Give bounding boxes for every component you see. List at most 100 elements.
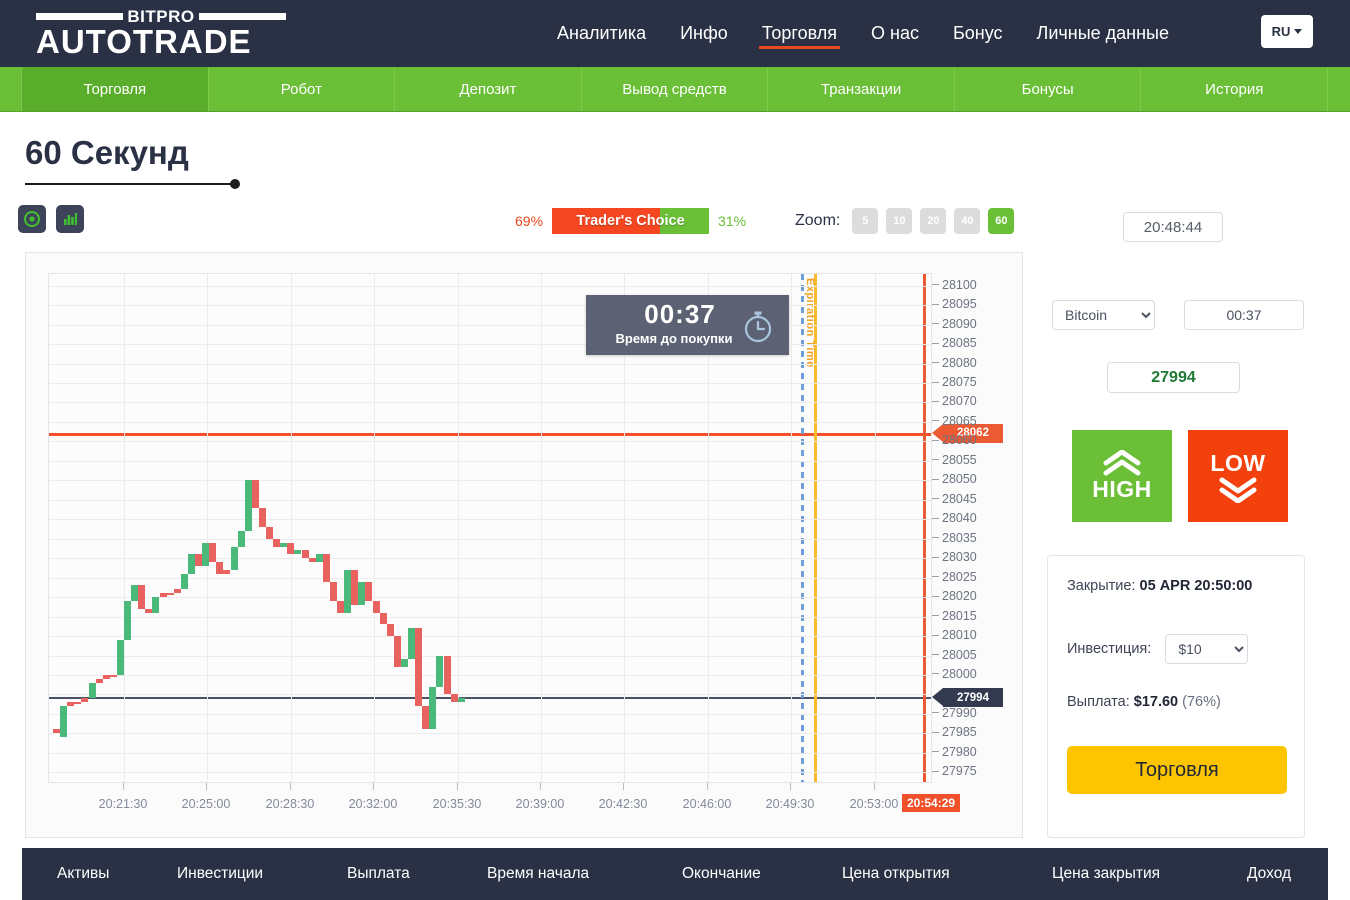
bar-chart-icon[interactable] bbox=[56, 205, 84, 233]
table-column-header[interactable]: Активы bbox=[57, 865, 109, 883]
table-column-header[interactable]: Окончание bbox=[682, 865, 761, 883]
candlestick bbox=[251, 480, 259, 508]
radio-target-icon[interactable] bbox=[18, 205, 46, 233]
close-time-label: Закрытие: bbox=[1067, 578, 1136, 594]
zoom-button-10[interactable]: 10 bbox=[886, 208, 913, 234]
subnav-item-4[interactable]: Транзакции bbox=[768, 67, 955, 111]
tick-dash bbox=[932, 303, 939, 305]
zoom-button-40[interactable]: 40 bbox=[954, 208, 981, 234]
price-tick: 28080 bbox=[932, 356, 977, 370]
time-tick-label: 20:25:00 bbox=[181, 797, 231, 811]
time-tick-label: 20:28:30 bbox=[265, 797, 315, 811]
payout-label: Выплата: bbox=[1067, 694, 1130, 710]
nav-item-2[interactable]: Торговля bbox=[745, 0, 854, 67]
subnav-item-5[interactable]: Бонусы bbox=[955, 67, 1142, 111]
candlestick bbox=[95, 678, 103, 683]
asset-select[interactable]: Bitcoin bbox=[1052, 300, 1155, 330]
price-tick: 28100 bbox=[932, 278, 977, 292]
tick-dash bbox=[932, 712, 939, 714]
time-tick-mark bbox=[457, 783, 458, 790]
price-tick: 27975 bbox=[932, 764, 977, 778]
price-tick: 28045 bbox=[932, 492, 977, 506]
duration-field[interactable]: 00:37 bbox=[1184, 300, 1304, 330]
language-selector[interactable]: RU bbox=[1261, 15, 1313, 48]
table-column-header[interactable]: Выплата bbox=[347, 865, 410, 883]
price-axis: 28062 27994 28100 28095 28090 28085 28080 280… bbox=[932, 273, 1012, 783]
time-tick-mark bbox=[707, 783, 708, 790]
time-axis: 20:54:29 20:21:30 20:25:00 20:28:30 20:32:0… bbox=[48, 783, 1012, 823]
zoom-button-20[interactable]: 20 bbox=[920, 208, 947, 234]
logo-rule-right bbox=[198, 13, 287, 20]
tick-dash bbox=[932, 517, 939, 519]
table-column-header[interactable]: Инвестиции bbox=[177, 865, 263, 883]
grid-line-horizontal bbox=[49, 597, 931, 599]
subnav-item-3[interactable]: Вывод средств bbox=[582, 67, 769, 111]
price-tick: 27990 bbox=[932, 706, 977, 720]
price-tick-label: 28055 bbox=[942, 452, 977, 467]
nav-item-0[interactable]: Аналитика bbox=[540, 0, 663, 67]
subnav-item-1[interactable]: Робот bbox=[209, 67, 396, 111]
current-price-line bbox=[49, 697, 931, 700]
price-tick: 27980 bbox=[932, 745, 977, 759]
countdown-time: 00:37 bbox=[644, 299, 716, 329]
nav-item-label: Торговля bbox=[761, 23, 838, 43]
price-tick: 28015 bbox=[932, 609, 977, 623]
investment-label: Инвестиция: bbox=[1067, 641, 1152, 657]
zoom-button-60[interactable]: 60 bbox=[988, 208, 1015, 234]
low-button[interactable]: LOW bbox=[1188, 430, 1288, 522]
grid-line-horizontal bbox=[49, 441, 931, 443]
zoom-button-5[interactable]: 5 bbox=[852, 208, 879, 234]
tick-dash bbox=[932, 770, 939, 772]
candlestick bbox=[457, 698, 465, 703]
nav-item-5[interactable]: Личные данные bbox=[1020, 0, 1186, 67]
subnav-item-label: Торговля bbox=[83, 80, 147, 98]
grid-line-horizontal bbox=[49, 674, 931, 676]
time-tick-mark bbox=[290, 783, 291, 790]
candlestick bbox=[116, 639, 124, 675]
table-column-header[interactable]: Время начала bbox=[487, 865, 589, 883]
price-tick-label: 28060 bbox=[942, 433, 977, 448]
candlestick bbox=[195, 554, 202, 566]
time-tick-label: 20:35:30 bbox=[432, 797, 482, 811]
trades-table-header: Активы Инвестиции Выплата Время начала Оконч… bbox=[22, 848, 1328, 900]
candlestick bbox=[237, 530, 245, 547]
table-column-header[interactable]: Цена открытия bbox=[842, 865, 950, 883]
candlestick bbox=[131, 585, 139, 601]
candlestick bbox=[209, 542, 217, 563]
subnav-item-2[interactable]: Депозит bbox=[395, 67, 582, 111]
candlestick bbox=[443, 655, 451, 695]
nav-item-4[interactable]: Бонус bbox=[936, 0, 1020, 67]
time-tick-label: 20:46:00 bbox=[682, 797, 732, 811]
price-chart[interactable]: Expiration Time bbox=[48, 273, 932, 783]
tick-dash bbox=[932, 400, 939, 402]
subnav-item-label: Робот bbox=[280, 80, 322, 98]
grid-line-horizontal bbox=[49, 519, 931, 521]
table-column-header[interactable]: Цена закрытия bbox=[1052, 865, 1160, 883]
price-tick: 28050 bbox=[932, 472, 977, 486]
nav-item-1[interactable]: Инфо bbox=[663, 0, 745, 67]
candlestick bbox=[344, 569, 352, 613]
high-button[interactable]: HIGH bbox=[1072, 430, 1172, 522]
candlestick bbox=[166, 593, 174, 596]
time-tick-mark bbox=[874, 783, 875, 790]
low-label: LOW bbox=[1210, 449, 1266, 476]
table-column-header[interactable]: Доход bbox=[1247, 865, 1291, 883]
traders-choice-bar: Trader's Choice bbox=[552, 208, 710, 234]
nav-item-3[interactable]: О нас bbox=[854, 0, 936, 67]
trade-button[interactable]: Торговля bbox=[1067, 746, 1287, 794]
price-tick-label: 28045 bbox=[942, 491, 977, 506]
grid-line-horizontal bbox=[49, 499, 931, 501]
tick-dash bbox=[932, 537, 939, 539]
price-tick-label: 28090 bbox=[942, 316, 977, 331]
tick-dash bbox=[932, 284, 939, 286]
payout-value: $17.60 bbox=[1133, 694, 1179, 710]
brand-logo[interactable]: BITPRO AUTOTRADE bbox=[36, 8, 287, 58]
subnav-item-6[interactable]: История bbox=[1141, 67, 1329, 111]
price-tick: 28030 bbox=[932, 550, 977, 564]
page-title: 60 Секунд bbox=[25, 134, 189, 171]
investment-select[interactable]: $10 bbox=[1165, 634, 1249, 664]
tick-dash bbox=[932, 323, 939, 325]
candlestick bbox=[60, 706, 68, 738]
candlestick bbox=[429, 686, 437, 730]
subnav-item-0[interactable]: Торговля bbox=[22, 67, 209, 111]
